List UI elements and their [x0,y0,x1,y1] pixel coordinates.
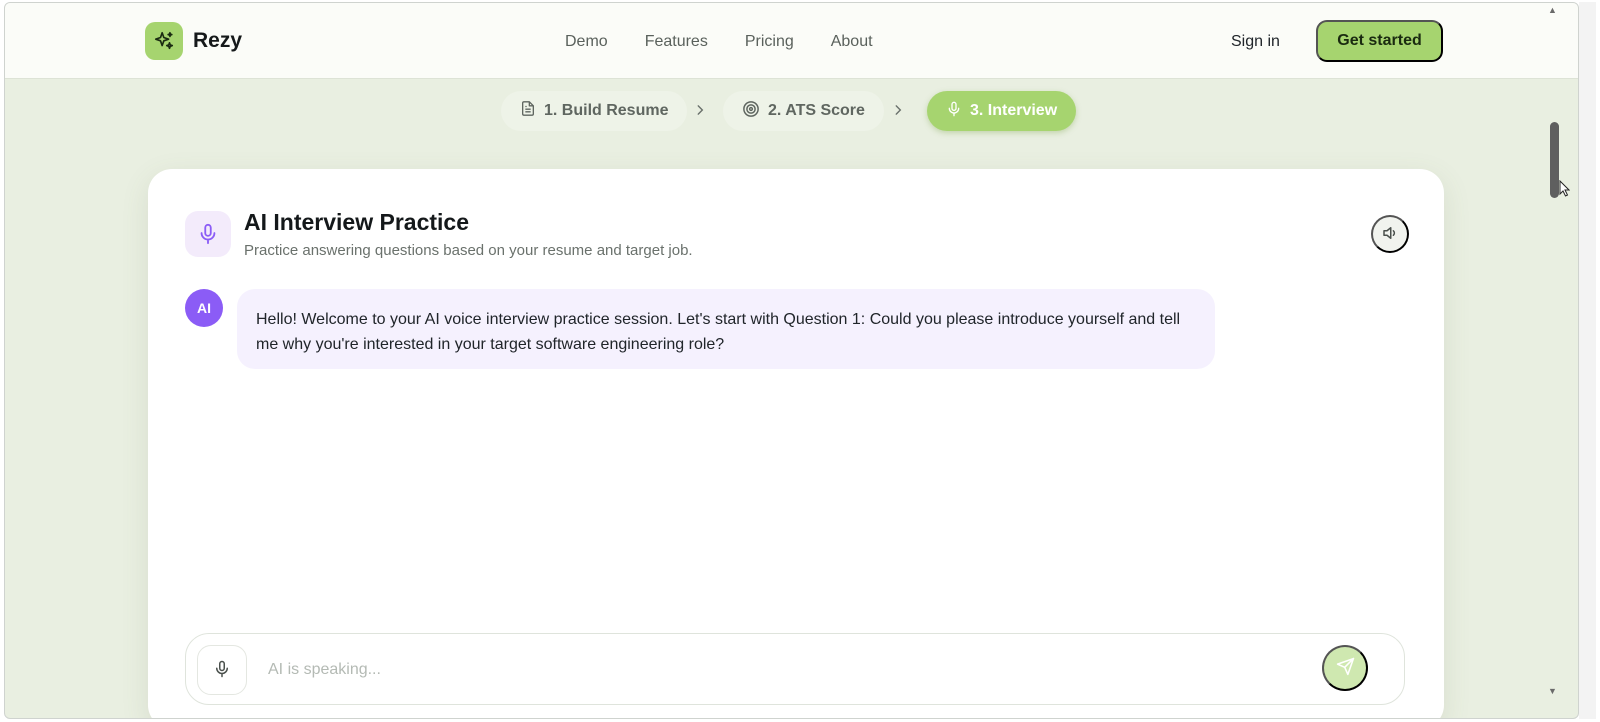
get-started-button[interactable]: Get started [1316,20,1443,62]
answer-input[interactable] [268,658,1268,682]
step-label: 3. Interview [970,102,1058,119]
microphone-icon [213,659,231,682]
message-composer [185,633,1405,705]
interview-card: AI Interview Practice Practice answering… [148,169,1444,718]
nav-link-demo[interactable]: Demo [565,33,608,51]
nav-link-features[interactable]: Features [645,33,708,51]
page-subtitle: Practice answering questions based on yo… [244,242,693,259]
top-navbar: Rezy Demo Features Pricing About Sign in… [5,3,1578,79]
step-label: 2. ATS Score [768,102,865,119]
brand-logo[interactable]: Rezy [145,22,242,60]
document-icon [520,100,536,122]
nav-link-pricing[interactable]: Pricing [745,33,794,51]
microphone-icon [185,211,231,257]
nav-link-about[interactable]: About [831,33,873,51]
step-label: 1. Build Resume [544,102,669,119]
nav-links: Demo Features Pricing About [565,33,873,51]
chevron-right-icon [891,101,905,124]
step-interview[interactable]: 3. Interview [927,91,1077,131]
browser-viewport: Rezy Demo Features Pricing About Sign in… [4,2,1579,719]
send-button[interactable] [1322,645,1368,691]
microphone-icon [946,100,962,123]
sparkle-icon [145,22,183,60]
scroll-up-arrow-icon[interactable]: ▲ [1548,5,1557,15]
target-icon [742,100,760,123]
brand-name: Rezy [193,29,243,52]
scrollbar-thumb[interactable] [1550,122,1559,198]
scroll-down-arrow-icon[interactable]: ▼ [1548,686,1557,696]
speaker-toggle-button[interactable] [1371,215,1409,253]
page-title: AI Interview Practice [244,209,469,235]
ai-message-bubble: Hello! Welcome to your AI voice intervie… [237,289,1215,369]
chevron-right-icon [693,101,707,124]
sign-in-link[interactable]: Sign in [1231,33,1280,51]
send-icon [1336,657,1355,679]
record-voice-button[interactable] [197,645,247,695]
step-build-resume[interactable]: 1. Build Resume [501,91,688,131]
ai-avatar: AI [185,289,223,327]
step-ats-score[interactable]: 2. ATS Score [723,91,884,131]
page-scrollbar[interactable] [1579,2,1596,719]
speaker-icon [1381,224,1399,245]
mouse-cursor-icon [1559,179,1571,202]
